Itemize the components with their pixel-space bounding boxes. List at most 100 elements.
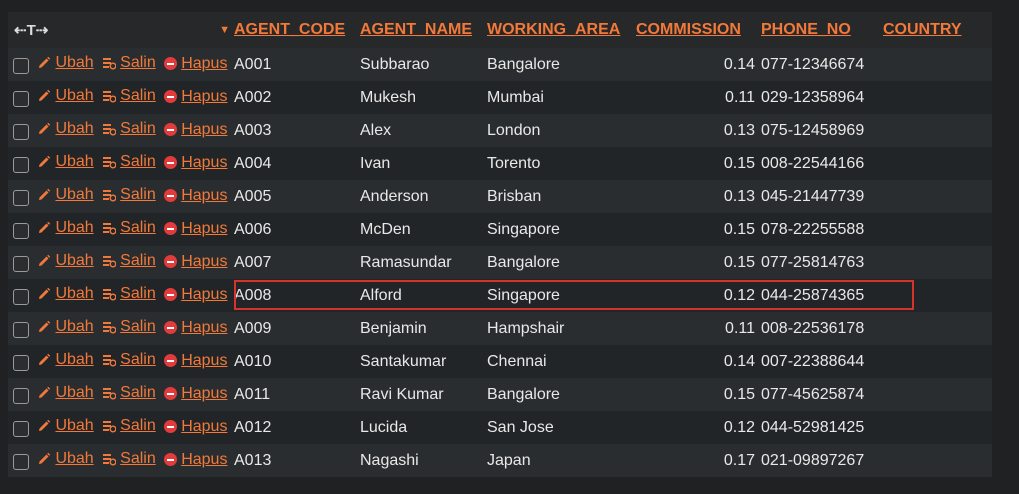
edit-button[interactable]: Ubah: [37, 219, 94, 237]
cell-working-area[interactable]: Bangalore: [487, 48, 636, 81]
delete-button[interactable]: Hapus: [164, 451, 227, 469]
row-checkbox[interactable]: [13, 57, 29, 74]
cell-phone-no[interactable]: 045-21447739: [761, 180, 883, 213]
cell-working-area[interactable]: Singapore: [487, 213, 636, 246]
cell-agent-code[interactable]: A004: [234, 147, 360, 180]
edit-button[interactable]: Ubah: [37, 252, 94, 270]
copy-button[interactable]: Salin: [102, 153, 156, 171]
row-checkbox[interactable]: [13, 321, 29, 338]
copy-button[interactable]: Salin: [102, 219, 156, 237]
copy-button[interactable]: Salin: [102, 351, 156, 369]
row-checkbox[interactable]: [13, 189, 29, 206]
delete-button[interactable]: Hapus: [164, 253, 227, 271]
cell-commission[interactable]: 0.13: [636, 180, 761, 213]
row-checkbox[interactable]: [13, 453, 29, 470]
cell-phone-no[interactable]: 044-52981425: [761, 411, 883, 444]
row-checkbox[interactable]: [13, 123, 29, 140]
delete-button[interactable]: Hapus: [164, 385, 227, 403]
column-header-working-area[interactable]: WORKING_AREA: [487, 21, 620, 38]
cell-working-area[interactable]: San Jose: [487, 411, 636, 444]
delete-button[interactable]: Hapus: [164, 286, 227, 304]
cell-country[interactable]: [883, 246, 992, 279]
copy-button[interactable]: Salin: [102, 450, 156, 468]
cell-commission[interactable]: 0.11: [636, 81, 761, 114]
cell-commission[interactable]: 0.15: [636, 147, 761, 180]
cell-agent-name[interactable]: Mukesh: [360, 81, 487, 114]
cell-agent-name[interactable]: Alex: [360, 114, 487, 147]
cell-country[interactable]: [883, 48, 992, 81]
delete-button[interactable]: Hapus: [164, 55, 227, 73]
cell-working-area[interactable]: Brisban: [487, 180, 636, 213]
cell-agent-name[interactable]: Anderson: [360, 180, 487, 213]
cell-commission[interactable]: 0.13: [636, 114, 761, 147]
cell-commission[interactable]: 0.15: [636, 378, 761, 411]
cell-phone-no[interactable]: 077-12346674: [761, 48, 883, 81]
delete-button[interactable]: Hapus: [164, 121, 227, 139]
cell-working-area[interactable]: Singapore: [487, 279, 636, 312]
edit-button[interactable]: Ubah: [37, 120, 94, 138]
cell-commission[interactable]: 0.12: [636, 411, 761, 444]
row-checkbox[interactable]: [13, 354, 29, 371]
edit-button[interactable]: Ubah: [37, 285, 94, 303]
cell-agent-code[interactable]: A007: [234, 246, 360, 279]
edit-button[interactable]: Ubah: [37, 186, 94, 204]
cell-agent-code[interactable]: A010: [234, 345, 360, 378]
copy-button[interactable]: Salin: [102, 318, 156, 336]
delete-button[interactable]: Hapus: [164, 352, 227, 370]
row-checkbox[interactable]: [13, 387, 29, 404]
cell-agent-name[interactable]: McDen: [360, 213, 487, 246]
cell-phone-no[interactable]: 044-25874365: [761, 279, 883, 312]
cell-agent-name[interactable]: Santakumar: [360, 345, 487, 378]
cell-agent-code[interactable]: A005: [234, 180, 360, 213]
copy-button[interactable]: Salin: [102, 186, 156, 204]
copy-button[interactable]: Salin: [102, 285, 156, 303]
delete-button[interactable]: Hapus: [164, 88, 227, 106]
row-checkbox[interactable]: [13, 156, 29, 173]
cell-agent-code[interactable]: A008: [234, 279, 360, 312]
delete-button[interactable]: Hapus: [164, 319, 227, 337]
cell-phone-no[interactable]: 077-25814763: [761, 246, 883, 279]
column-header-agent-code[interactable]: AGENT_CODE: [234, 21, 345, 38]
edit-button[interactable]: Ubah: [37, 87, 94, 105]
cell-phone-no[interactable]: 077-45625874: [761, 378, 883, 411]
cell-agent-name[interactable]: Ravi Kumar: [360, 378, 487, 411]
cell-commission[interactable]: 0.12: [636, 279, 761, 312]
cell-agent-name[interactable]: Ivan: [360, 147, 487, 180]
column-header-phone-no[interactable]: PHONE_NO: [761, 21, 851, 38]
sort-dropdown-icon[interactable]: ▼: [219, 24, 230, 36]
copy-button[interactable]: Salin: [102, 252, 156, 270]
row-checkbox[interactable]: [13, 255, 29, 272]
copy-button[interactable]: Salin: [102, 54, 156, 72]
cell-country[interactable]: [883, 411, 992, 444]
row-checkbox[interactable]: [13, 420, 29, 437]
column-header-country[interactable]: COUNTRY: [883, 21, 962, 38]
cell-phone-no[interactable]: 008-22536178: [761, 312, 883, 345]
cell-working-area[interactable]: Bangalore: [487, 378, 636, 411]
cell-working-area[interactable]: Japan: [487, 444, 636, 477]
cell-agent-code[interactable]: A011: [234, 378, 360, 411]
column-resize-toggle[interactable]: ⇠T⇢ ▼: [8, 21, 234, 39]
cell-country[interactable]: [883, 444, 992, 477]
copy-button[interactable]: Salin: [102, 384, 156, 402]
cell-agent-code[interactable]: A006: [234, 213, 360, 246]
cell-agent-name[interactable]: Benjamin: [360, 312, 487, 345]
cell-country[interactable]: [883, 312, 992, 345]
cell-country[interactable]: [883, 279, 992, 312]
cell-phone-no[interactable]: 008-22544166: [761, 147, 883, 180]
delete-button[interactable]: Hapus: [164, 220, 227, 238]
edit-button[interactable]: Ubah: [37, 384, 94, 402]
edit-button[interactable]: Ubah: [37, 54, 94, 72]
edit-button[interactable]: Ubah: [37, 351, 94, 369]
edit-button[interactable]: Ubah: [37, 450, 94, 468]
cell-phone-no[interactable]: 029-12358964: [761, 81, 883, 114]
row-checkbox[interactable]: [13, 222, 29, 239]
cell-commission[interactable]: 0.15: [636, 213, 761, 246]
copy-button[interactable]: Salin: [102, 417, 156, 435]
cell-working-area[interactable]: Chennai: [487, 345, 636, 378]
row-checkbox[interactable]: [13, 288, 29, 305]
cell-phone-no[interactable]: 075-12458969: [761, 114, 883, 147]
cell-working-area[interactable]: Hampshair: [487, 312, 636, 345]
cell-commission[interactable]: 0.11: [636, 312, 761, 345]
delete-button[interactable]: Hapus: [164, 187, 227, 205]
cell-commission[interactable]: 0.14: [636, 345, 761, 378]
